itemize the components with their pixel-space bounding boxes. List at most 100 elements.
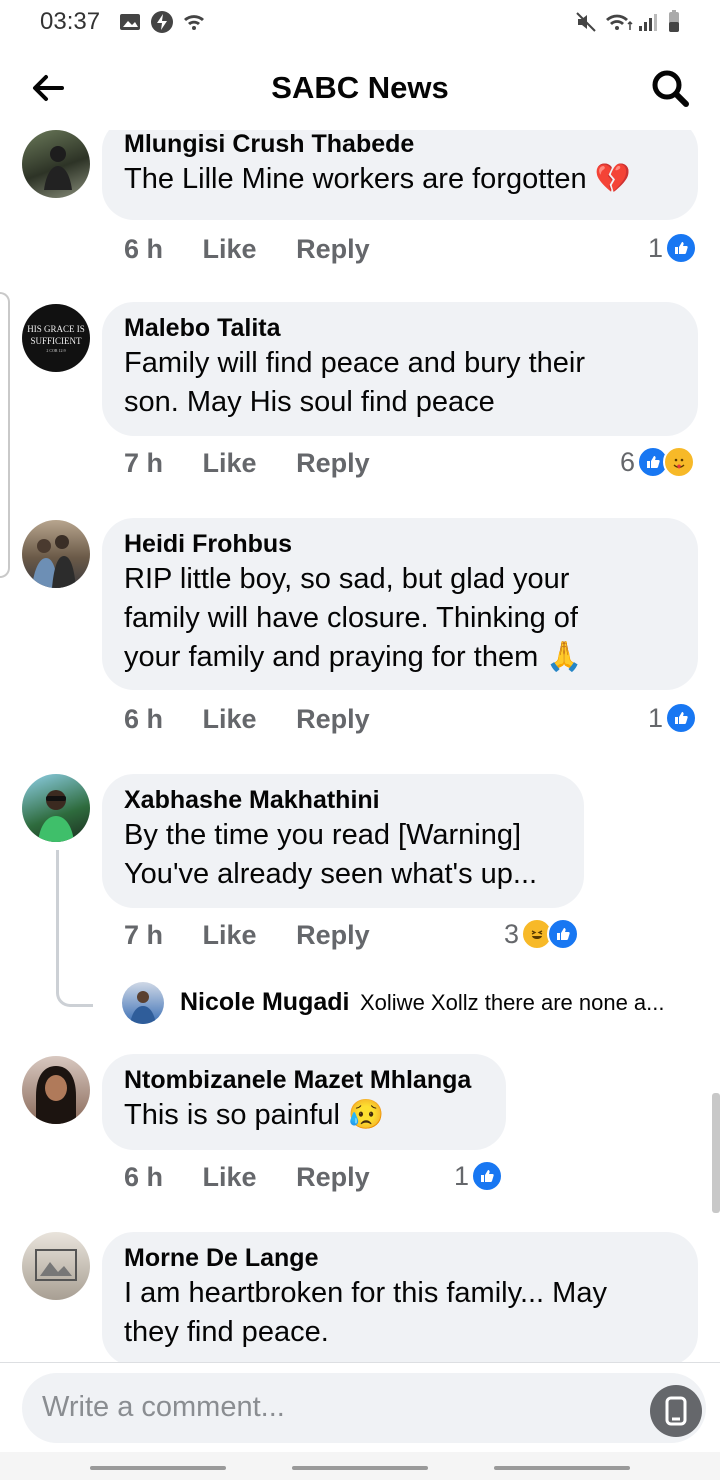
comment-input-placeholder: Write a comment... xyxy=(42,1391,285,1423)
comment-author[interactable]: Heidi Frohbus xyxy=(124,528,676,560)
comment-time[interactable]: 6 h xyxy=(124,1162,163,1192)
comment-actions: 7 h Like Reply xyxy=(124,920,402,951)
reply-button[interactable]: Reply xyxy=(296,1162,370,1192)
comment-author[interactable]: Mlungisi Crush Thabede xyxy=(124,130,676,160)
group-photo-icon xyxy=(32,535,76,588)
like-reaction-icon xyxy=(471,1160,504,1192)
comment-author[interactable]: Malebo Talita xyxy=(124,312,676,344)
sticker-icon xyxy=(665,1396,687,1426)
comment-text: family will have closure. Thinking of xyxy=(124,602,578,634)
comment-text: RIP little boy, so sad, but glad your xyxy=(124,563,570,595)
like-button[interactable]: Like xyxy=(203,234,257,264)
nav-home-button[interactable] xyxy=(292,1466,428,1470)
sketch-photo-icon xyxy=(35,1249,77,1281)
comment-bubble[interactable]: Malebo Talita Family will find peace and… xyxy=(102,302,698,436)
comment-bubble[interactable]: Morne De Lange I am heartbroken for this… xyxy=(102,1232,698,1362)
like-button[interactable]: Like xyxy=(203,448,257,478)
avatar xyxy=(122,982,164,1024)
reply-thread-line xyxy=(56,850,93,1007)
reply-button[interactable]: Reply xyxy=(296,234,370,264)
comment-actions: 6 h Like Reply xyxy=(124,704,402,735)
avatar[interactable] xyxy=(22,130,90,198)
reaction-count: 6 xyxy=(620,446,636,477)
comment-text: The Lille Mine workers are forgotten 💔 xyxy=(124,163,631,195)
care-reaction-icon xyxy=(663,446,696,478)
comment-time[interactable]: 7 h xyxy=(124,448,163,478)
like-button[interactable]: Like xyxy=(203,920,257,950)
app-bar: SABC News xyxy=(0,44,720,130)
comment-text: son. May His soul find peace xyxy=(124,386,495,418)
status-time: 03:37 xyxy=(40,8,101,35)
comment-text: your family and praying for them 🙏 xyxy=(124,641,583,673)
avatar-text: 2 COR 12:9 xyxy=(46,348,65,353)
avatar[interactable] xyxy=(22,1056,90,1124)
reply-text: Xoliwe Xollz there are none a... xyxy=(360,990,665,1015)
reply-button[interactable]: Reply xyxy=(296,448,370,478)
comment-time[interactable]: 6 h xyxy=(124,704,163,734)
comment-input[interactable]: Write a comment... xyxy=(22,1373,706,1443)
like-reaction-icon xyxy=(665,232,698,264)
scrollbar[interactable] xyxy=(712,1093,720,1213)
sticker-button[interactable] xyxy=(650,1385,702,1437)
status-bar: 03:37 xyxy=(0,0,720,44)
comment-actions: 7 h Like Reply xyxy=(124,448,402,479)
reply-button[interactable]: Reply xyxy=(296,704,370,734)
reaction-count: 1 xyxy=(648,702,664,733)
power-saving-icon xyxy=(151,11,173,33)
text-logo-icon: HIS GRACE IS SUFFICIENT 2 COR 12:9 xyxy=(27,324,85,353)
like-reaction-icon xyxy=(547,918,580,950)
reaction-summary[interactable]: 3 xyxy=(504,918,580,950)
comment-text: Family will find peace and bury their xyxy=(124,347,585,379)
signal-icon xyxy=(639,14,657,31)
comment-actions: 6 h Like Reply xyxy=(124,1162,402,1193)
reaction-count: 1 xyxy=(454,1160,470,1191)
comment-time[interactable]: 6 h xyxy=(124,234,163,264)
avatar[interactable]: HIS GRACE IS SUFFICIENT 2 COR 12:9 xyxy=(22,304,90,372)
reaction-summary[interactable]: 1 xyxy=(648,702,698,734)
reaction-summary[interactable]: 6 xyxy=(620,446,696,478)
mute-icon xyxy=(576,12,596,32)
avatar-text: HIS GRACE IS xyxy=(27,324,85,334)
comment-text: I am heartbroken for this family... May xyxy=(124,1277,607,1309)
page-title: SABC News xyxy=(271,70,449,105)
comment-author[interactable]: Xabhashe Makhathini xyxy=(124,784,562,816)
avatar[interactable] xyxy=(22,520,90,588)
battery-icon xyxy=(669,10,679,32)
reaction-summary[interactable]: 1 xyxy=(454,1160,504,1192)
nav-back-button[interactable] xyxy=(494,1466,630,1470)
person-photo-icon xyxy=(36,1066,76,1124)
comment-text: This is so painful 😥 xyxy=(124,1099,385,1131)
reaction-count: 3 xyxy=(504,918,520,949)
reaction-summary[interactable]: 1 xyxy=(648,232,698,264)
reply-author[interactable]: Nicole Mugadi xyxy=(180,988,349,1017)
comment-time[interactable]: 7 h xyxy=(124,920,163,950)
comment-text: By the time you read [Warning] xyxy=(124,819,522,851)
like-button[interactable]: Like xyxy=(203,704,257,734)
comment-bubble[interactable]: Heidi Frohbus RIP little boy, so sad, bu… xyxy=(102,518,698,690)
system-nav-bar xyxy=(0,1452,720,1480)
person-photo-icon xyxy=(44,146,72,190)
comment-bubble[interactable]: Mlungisi Crush Thabede The Lille Mine wo… xyxy=(102,130,698,220)
avatar-text: SUFFICIENT xyxy=(30,336,82,346)
avatar[interactable] xyxy=(22,1232,90,1300)
nav-recents-button[interactable] xyxy=(90,1466,226,1470)
gallery-icon xyxy=(120,14,140,30)
comment-bubble[interactable]: Xabhashe Makhathini By the time you read… xyxy=(102,774,584,908)
comment-actions: 6 h Like Reply xyxy=(124,234,402,265)
reply-preview[interactable]: Nicole Mugadi Xoliwe Xollz there are non… xyxy=(122,982,702,1026)
person-photo-icon xyxy=(38,790,74,842)
search-icon[interactable] xyxy=(648,66,692,110)
wifi-call-icon xyxy=(184,15,204,30)
comments-feed[interactable]: Mlungisi Crush Thabede The Lille Mine wo… xyxy=(0,130,720,1362)
comment-bubble[interactable]: Ntombizanele Mazet Mhlanga This is so pa… xyxy=(102,1054,506,1150)
reaction-count: 1 xyxy=(648,232,664,263)
comment-text: You've already seen what's up... xyxy=(124,858,538,890)
wifi-icon xyxy=(606,14,633,30)
comment-author[interactable]: Morne De Lange xyxy=(124,1242,676,1274)
like-button[interactable]: Like xyxy=(203,1162,257,1192)
like-reaction-icon xyxy=(665,702,698,734)
avatar[interactable] xyxy=(22,774,90,842)
reply-button[interactable]: Reply xyxy=(296,920,370,950)
person-photo-icon xyxy=(130,991,156,1024)
comment-author[interactable]: Ntombizanele Mazet Mhlanga xyxy=(124,1064,484,1096)
